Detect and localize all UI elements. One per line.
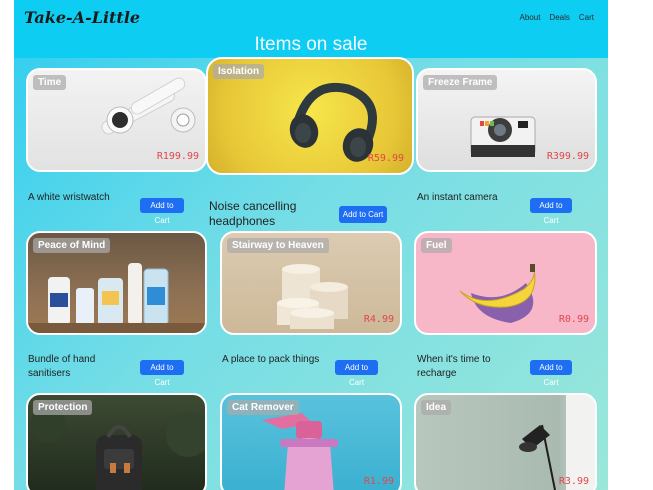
product-tag: Peace of Mind (33, 238, 111, 253)
product-card-isolation[interactable]: Isolation R59.99 (206, 57, 414, 175)
brand-logo[interactable]: Take-A-Little (24, 8, 140, 27)
product-tag: Idea (421, 400, 452, 415)
page-title: Items on sale (254, 34, 368, 55)
product-description: An instant camera (417, 192, 498, 203)
add-to-cart-button[interactable]: Add to Cart (140, 360, 184, 387)
product-tag: Isolation (213, 64, 265, 79)
product-tag: Cat Remover (227, 400, 299, 415)
nav-links: About Deals Cart (520, 13, 594, 22)
add-to-cart-button[interactable]: Add to Cart (530, 360, 572, 387)
product-description: Noise cancelling headphones (209, 199, 297, 228)
product-price: R0.99 (558, 314, 589, 325)
product-price: R399.99 (546, 151, 589, 162)
add-to-cart-button[interactable]: Add to Cart (339, 206, 387, 223)
product-card-protection[interactable]: Protection (26, 393, 207, 490)
add-to-cart-button[interactable]: Add to Cart (335, 360, 378, 387)
product-card-stairway-to-heaven[interactable]: Stairway to Heaven R4.99 (220, 231, 402, 335)
nav-about-link[interactable]: About (520, 13, 541, 22)
product-description: A place to pack things (222, 354, 320, 365)
product-tag: Protection (33, 400, 93, 415)
product-price: R59.99 (367, 153, 404, 164)
product-tag: Stairway to Heaven (227, 238, 329, 253)
product-card-time[interactable]: Time R199.99 (26, 68, 207, 172)
product-card-fuel[interactable]: Fuel R0.99 (414, 231, 597, 335)
product-price: R1.99 (363, 476, 394, 487)
product-tag: Fuel (421, 238, 452, 253)
product-description: When it's time to recharge (417, 354, 491, 379)
top-navbar: Take-A-Little About Deals Cart Items on … (14, 0, 608, 58)
page-margin (608, 0, 653, 490)
product-card-cat-remover[interactable]: Cat Remover R1.99 (220, 393, 402, 490)
product-description: Bundle of hand sanitisers (28, 354, 96, 379)
page-shell: Take-A-Little About Deals Cart Items on … (14, 0, 608, 490)
add-to-cart-button[interactable]: Add to Cart (140, 198, 184, 225)
nav-cart-link[interactable]: Cart (579, 13, 594, 22)
product-price: R4.99 (363, 314, 394, 325)
product-card-idea[interactable]: Idea R3.99 (414, 393, 597, 490)
product-card-peace-of-mind[interactable]: Peace of Mind (26, 231, 207, 335)
product-card-freeze-frame[interactable]: Freeze Frame R399.99 (416, 68, 597, 172)
product-price: R199.99 (156, 151, 199, 162)
product-tag: Time (33, 75, 67, 90)
product-description: A white wristwatch (28, 192, 110, 203)
product-tag: Freeze Frame (423, 75, 498, 90)
nav-deals-link[interactable]: Deals (549, 13, 569, 22)
product-price: R3.99 (558, 476, 589, 487)
add-to-cart-button[interactable]: Add to Cart (530, 198, 572, 225)
